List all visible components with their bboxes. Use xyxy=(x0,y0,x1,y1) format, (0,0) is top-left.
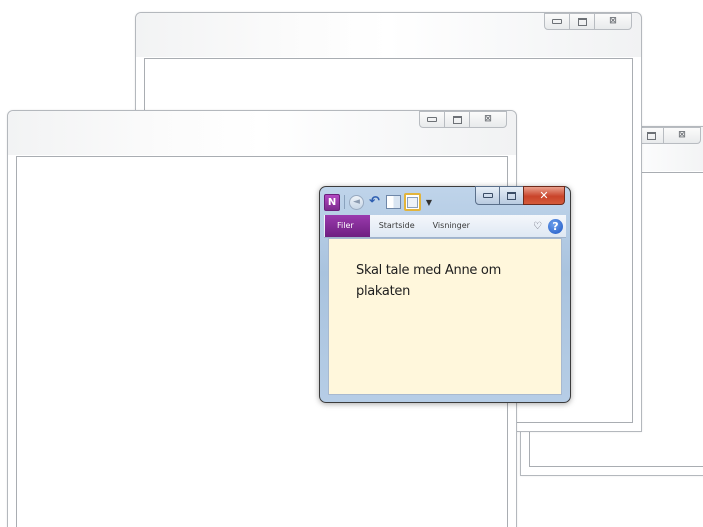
maximize-button[interactable] xyxy=(499,186,524,205)
undo-icon[interactable]: ↶ xyxy=(369,195,380,209)
onenote-logo-icon[interactable]: N xyxy=(324,193,340,211)
close-icon: ⊠ xyxy=(609,16,617,26)
minimize-icon xyxy=(427,117,437,122)
minimize-button[interactable] xyxy=(419,111,445,128)
minimize-button[interactable] xyxy=(544,13,570,30)
close-icon: ⊠ xyxy=(678,130,686,140)
customize-quick-access-icon[interactable]: ▼ xyxy=(426,198,432,207)
minimize-button[interactable] xyxy=(475,186,500,205)
maximize-icon xyxy=(646,131,656,140)
close-button[interactable]: ⊠ xyxy=(594,13,632,30)
maximize-button[interactable] xyxy=(569,13,595,30)
tab-filer[interactable]: Filer xyxy=(325,215,370,237)
desktop: ⊠ ⊠ ⊠ N ◄ ↶ ▼ ✕ Filer Startside Visninge… xyxy=(0,0,703,527)
onenote-side-note-window[interactable]: N ◄ ↶ ▼ ✕ Filer Startside Visninger ♡ ? … xyxy=(319,186,571,403)
close-icon: ⊠ xyxy=(484,114,492,124)
full-page-view-icon[interactable] xyxy=(403,193,421,211)
close-icon: ✕ xyxy=(539,189,549,202)
toolbar-separator xyxy=(344,195,345,209)
expand-ribbon-icon[interactable]: ♡ xyxy=(533,221,542,232)
back-arrow-icon[interactable]: ◄ xyxy=(349,194,364,210)
onenote-caption-buttons: ✕ xyxy=(475,186,565,205)
maximize-icon xyxy=(452,115,462,124)
help-icon[interactable]: ? xyxy=(548,218,563,234)
note-page[interactable]: Skal tale med Anne om plakaten xyxy=(328,238,562,395)
window-caption-buttons: ⊠ xyxy=(638,127,701,144)
minimize-icon xyxy=(482,193,493,198)
window-caption-buttons: ⊠ xyxy=(419,111,507,128)
close-button[interactable]: ⊠ xyxy=(469,111,507,128)
note-text[interactable]: Skal tale med Anne om plakaten xyxy=(356,260,526,302)
maximize-icon xyxy=(507,191,516,200)
tab-startside[interactable]: Startside xyxy=(370,215,424,237)
maximize-icon xyxy=(577,17,587,26)
minimize-icon xyxy=(552,19,562,24)
ribbon-tab-bar: Filer Startside Visninger ♡ ? xyxy=(324,215,566,238)
maximize-button[interactable] xyxy=(444,111,470,128)
close-button[interactable]: ✕ xyxy=(523,186,565,205)
tab-visninger[interactable]: Visninger xyxy=(424,215,479,237)
dock-to-desktop-icon[interactable] xyxy=(385,195,401,209)
window-caption-buttons: ⊠ xyxy=(544,13,632,30)
close-button[interactable]: ⊠ xyxy=(663,127,701,144)
page-icon xyxy=(406,196,418,208)
